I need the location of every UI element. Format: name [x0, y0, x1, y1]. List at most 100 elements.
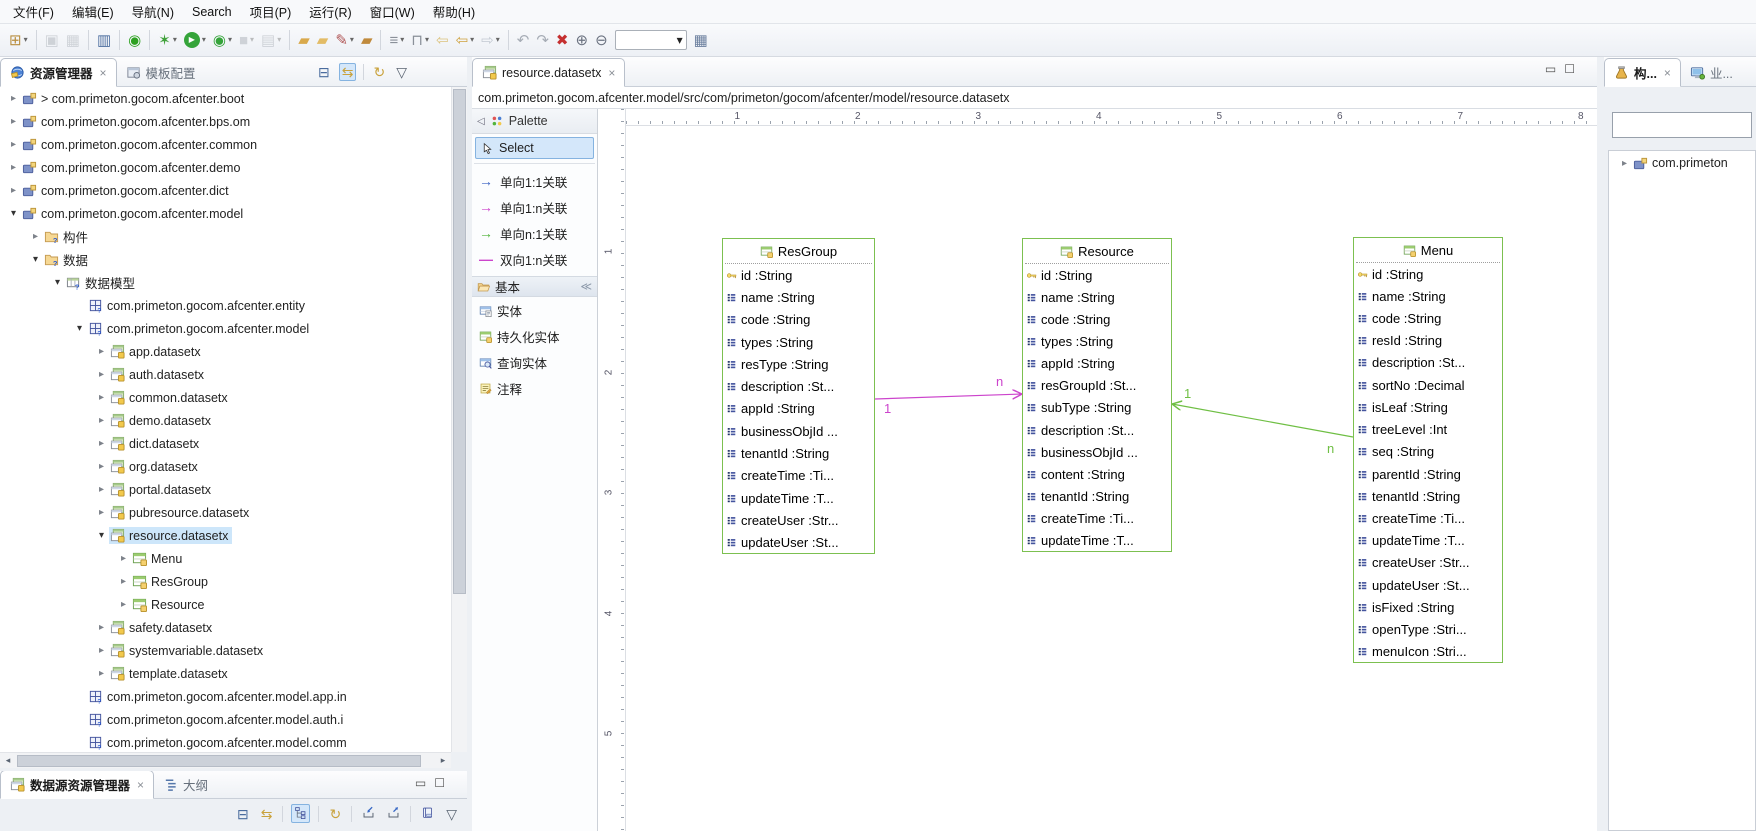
- expand-arrow-icon[interactable]: ▾: [6, 208, 21, 219]
- tree-item[interactable]: com.primeton.gocom.afcenter.entity: [0, 294, 451, 317]
- entity-attribute[interactable]: types :String: [723, 331, 874, 353]
- tree-item[interactable]: com.primeton.gocom.afcenter.model.auth.i: [0, 708, 451, 731]
- menu-search[interactable]: Search: [183, 2, 241, 22]
- entity-attribute[interactable]: parentId :String: [1354, 463, 1502, 485]
- debug-icon[interactable]: ✶▾: [155, 28, 180, 52]
- expand-arrow-icon[interactable]: ▸: [116, 576, 131, 587]
- entity-attribute[interactable]: appId :String: [1023, 353, 1171, 375]
- tree-item[interactable]: ▸portal.datasetx: [0, 478, 451, 501]
- entity-attribute[interactable]: content :String: [1023, 463, 1171, 485]
- entity-attribute[interactable]: code :String: [723, 309, 874, 331]
- last-edit-icon[interactable]: ⇦: [433, 28, 452, 52]
- sync-db-icon[interactable]: ↻: [327, 806, 343, 822]
- link-editor-icon[interactable]: ⇆: [339, 63, 357, 81]
- tree-item[interactable]: ▸safety.datasetx: [0, 616, 451, 639]
- run-icon[interactable]: ▶▾: [181, 28, 209, 52]
- entity-attribute[interactable]: id :String: [1023, 264, 1171, 286]
- expand-arrow-icon[interactable]: ▸: [6, 139, 21, 150]
- diagram-canvas[interactable]: 012345678 1n1nResGroupid :Stringname :St…: [626, 109, 1597, 831]
- entity-attribute[interactable]: resType :String: [723, 353, 874, 375]
- entity-attribute[interactable]: createTime :Ti...: [1354, 507, 1502, 529]
- tree-item[interactable]: ▸systemvariable.datasetx: [0, 639, 451, 662]
- tree-item[interactable]: ▸template.datasetx: [0, 662, 451, 685]
- palette-tool-table-plain[interactable]: 实体: [472, 297, 597, 323]
- tree-item[interactable]: ▸> com.primeton.gocom.afcenter.boot: [0, 87, 451, 110]
- menu-chevron-icon[interactable]: ▽: [444, 806, 459, 822]
- entity-attribute[interactable]: menuIcon :Stri...: [1354, 641, 1502, 663]
- close-icon[interactable]: ×: [100, 66, 107, 80]
- tab-template-config[interactable]: 模板配置: [117, 58, 205, 87]
- tree-item[interactable]: ▸demo.datasetx: [0, 409, 451, 432]
- open-folder-icon[interactable]: ▰: [295, 28, 313, 52]
- expand-arrow-icon[interactable]: ▸: [6, 93, 21, 104]
- close-icon[interactable]: ×: [608, 66, 615, 80]
- redo-icon[interactable]: ↷: [533, 28, 552, 52]
- entity-attribute[interactable]: seq :String: [1354, 441, 1502, 463]
- tree-item[interactable]: ▸com.primeton.gocom.afcenter.demo: [0, 156, 451, 179]
- expand-arrow-icon[interactable]: ▸: [94, 392, 109, 403]
- window-nav-icon[interactable]: ⊓▾: [408, 28, 432, 52]
- checklist-icon[interactable]: ≡▾: [386, 28, 407, 52]
- expand-arrow-icon[interactable]: ▸: [28, 231, 43, 242]
- zoom-level-combo[interactable]: ▾: [615, 30, 687, 50]
- entity-attribute[interactable]: isLeaf :String: [1354, 396, 1502, 418]
- entity-resgroup[interactable]: ResGroupid :Stringname :Stringcode :Stri…: [722, 238, 875, 554]
- entity-attribute[interactable]: isFixed :String: [1354, 596, 1502, 618]
- entity-attribute[interactable]: businessObjId ...: [723, 420, 874, 442]
- entity-attribute[interactable]: name :String: [1023, 286, 1171, 308]
- scroll-left-icon[interactable]: ◂: [0, 755, 16, 766]
- expand-arrow-icon[interactable]: ▾: [28, 254, 43, 265]
- tree-item[interactable]: ▸Menu: [0, 547, 451, 570]
- expand-arrow-icon[interactable]: ▸: [1617, 158, 1632, 169]
- tab-business[interactable]: 业...: [1681, 58, 1742, 87]
- tree-item[interactable]: ▾数据: [0, 248, 451, 271]
- entity-attribute[interactable]: tenantId :String: [1354, 485, 1502, 507]
- tree-item[interactable]: ▸Resource: [0, 593, 451, 616]
- delete-icon[interactable]: ✖: [553, 28, 572, 52]
- expand-arrow-icon[interactable]: ▸: [94, 668, 109, 679]
- entity-attribute[interactable]: tenantId :String: [723, 442, 874, 464]
- tree-view-icon[interactable]: [291, 804, 310, 823]
- expand-arrow-icon[interactable]: ▾: [72, 323, 87, 334]
- menu-file[interactable]: 文件(F): [4, 0, 63, 24]
- tab-outline[interactable]: 大纲: [154, 770, 217, 799]
- entity-attribute[interactable]: openType :Stri...: [1354, 619, 1502, 641]
- back-icon[interactable]: ⇦▾: [453, 28, 478, 52]
- expand-arrow-icon[interactable]: ▸: [94, 645, 109, 656]
- entity-attribute[interactable]: code :String: [1354, 307, 1502, 329]
- entity-attribute[interactable]: name :String: [1354, 285, 1502, 307]
- entity-resource[interactable]: Resourceid :Stringname :Stringcode :Stri…: [1022, 238, 1172, 552]
- entity-attribute[interactable]: createTime :Ti...: [1023, 508, 1171, 530]
- entity-attribute[interactable]: description :St...: [723, 375, 874, 397]
- entity-attribute[interactable]: createUser :Str...: [723, 509, 874, 531]
- zoom-in-icon[interactable]: ⊕: [573, 28, 592, 52]
- entity-header[interactable]: Resource: [1025, 239, 1169, 264]
- entity-attribute[interactable]: updateTime :T...: [723, 487, 874, 509]
- entity-attribute[interactable]: appId :String: [723, 398, 874, 420]
- entity-attribute[interactable]: createUser :Str...: [1354, 552, 1502, 574]
- tab-resource-datasetx[interactable]: resource.datasetx ×: [472, 58, 625, 87]
- expand-arrow-icon[interactable]: ▸: [94, 461, 109, 472]
- stop-icon[interactable]: ■▾: [236, 28, 257, 52]
- resgroup-to-resource-1n[interactable]: [875, 394, 1022, 399]
- entity-attribute[interactable]: createTime :Ti...: [723, 465, 874, 487]
- entity-attribute[interactable]: updateTime :T...: [1354, 530, 1502, 552]
- terminate-power-icon[interactable]: ◉: [125, 28, 144, 52]
- entity-attribute[interactable]: sortNo :Decimal: [1354, 374, 1502, 396]
- palette-tool-table-q[interactable]: 查询实体: [472, 349, 597, 375]
- palette-tool-relation-0[interactable]: →单向1:1关联: [472, 168, 597, 194]
- close-icon[interactable]: ×: [1664, 66, 1671, 80]
- perspective-icon[interactable]: ▦: [691, 28, 711, 52]
- expand-arrow-icon[interactable]: ▸: [94, 622, 109, 633]
- undo-icon[interactable]: ↶: [514, 28, 533, 52]
- entity-attribute[interactable]: treeLevel :Int: [1354, 419, 1502, 441]
- palette-tool-relation-2[interactable]: →单向n:1关联: [472, 220, 597, 246]
- book-icon[interactable]: [419, 805, 436, 822]
- tree-item[interactable]: ▸org.datasetx: [0, 455, 451, 478]
- tree-item[interactable]: ▸app.datasetx: [0, 340, 451, 363]
- expand-arrow-icon[interactable]: ▸: [116, 599, 131, 610]
- tree-item[interactable]: ▸auth.datasetx: [0, 363, 451, 386]
- module-tree-item[interactable]: ▸com.primeton: [1609, 151, 1755, 175]
- sash-bottom[interactable]: [0, 768, 467, 771]
- tree-item[interactable]: com.primeton.gocom.afcenter.model.comm: [0, 731, 451, 752]
